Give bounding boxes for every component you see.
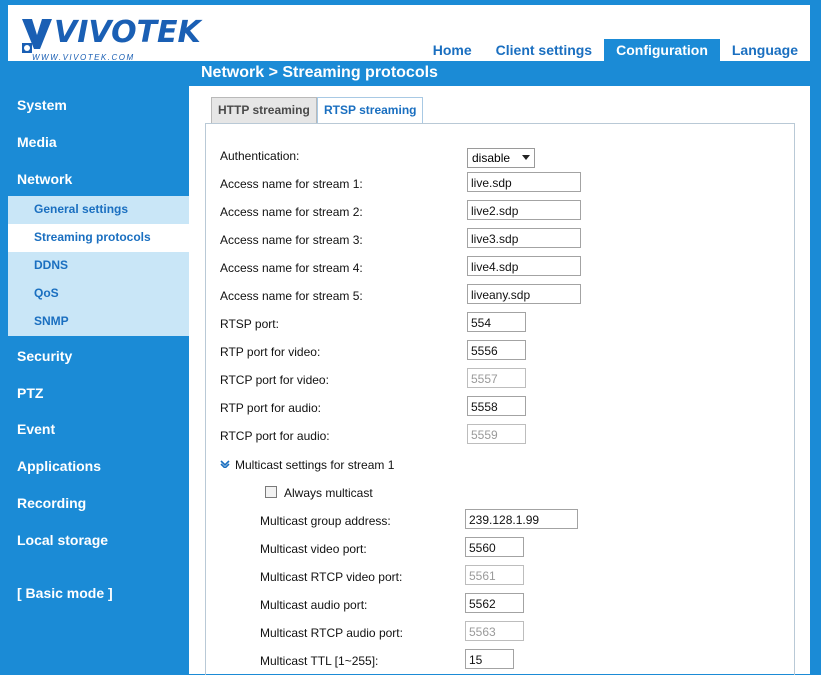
- nav-configuration[interactable]: Configuration: [604, 39, 720, 61]
- multicast-rtcp-audio-port-input: 5563: [465, 621, 524, 641]
- page-title: Network > Streaming protocols: [201, 64, 438, 81]
- sidebar-item-event[interactable]: Event: [17, 421, 55, 437]
- sidebar-subitem-label: DDNS: [34, 258, 69, 272]
- sidebar-subitem-label: QoS: [34, 286, 59, 300]
- field-label: Multicast RTCP audio port:: [260, 626, 403, 640]
- field-label: RTSP port:: [220, 317, 279, 331]
- sidebar: System Media Network General settings St…: [8, 86, 189, 674]
- field-label: RTP port for video:: [220, 345, 321, 359]
- dropdown-arrow-icon: [522, 155, 530, 160]
- field-label: Access name for stream 2:: [220, 205, 363, 219]
- field-label: Multicast audio port:: [260, 598, 368, 612]
- field-label: RTCP port for audio:: [220, 429, 330, 443]
- field-label: RTP port for audio:: [220, 401, 321, 415]
- field-label: Multicast RTCP video port:: [260, 570, 403, 584]
- main-content: HTTP streaming RTSP streaming Authentica…: [189, 86, 810, 675]
- field-label: Multicast TTL [1~255]:: [260, 654, 379, 668]
- rtp-audio-port-input[interactable]: 5558: [467, 396, 526, 416]
- field-label: Access name for stream 4:: [220, 261, 363, 275]
- access-name-stream-5-input[interactable]: liveany.sdp: [467, 284, 581, 304]
- sidebar-subitem-general-settings[interactable]: General settings: [8, 196, 189, 224]
- title-bar: Network > Streaming protocols: [8, 61, 810, 86]
- multicast-rtcp-video-port-input: 5561: [465, 565, 524, 585]
- sidebar-item-applications[interactable]: Applications: [17, 458, 101, 474]
- rtsp-port-input[interactable]: 554: [467, 312, 526, 332]
- sidebar-item-security[interactable]: Security: [17, 348, 72, 364]
- nav-home[interactable]: Home: [421, 39, 484, 61]
- field-label: Access name for stream 5:: [220, 289, 363, 303]
- sidebar-item-media[interactable]: Media: [17, 134, 57, 150]
- always-multicast-label: Always multicast: [284, 486, 373, 500]
- sidebar-item-basic-mode[interactable]: [ Basic mode ]: [17, 585, 113, 601]
- authentication-value: disable: [472, 151, 511, 165]
- rtp-video-port-input[interactable]: 5556: [467, 340, 526, 360]
- multicast-group-address-input[interactable]: 239.128.1.99: [465, 509, 578, 529]
- logo-mark-icon: [22, 19, 52, 53]
- field-label: Multicast group address:: [260, 514, 391, 528]
- sidebar-item-ptz[interactable]: PTZ: [17, 385, 43, 401]
- header: VIVOTEK WWW.VIVOTEK.COM Home Client sett…: [8, 5, 810, 62]
- tab-rtsp-streaming[interactable]: RTSP streaming: [317, 97, 424, 124]
- sidebar-subitem-streaming-protocols[interactable]: Streaming protocols: [8, 224, 189, 252]
- access-name-stream-4-input[interactable]: live4.sdp: [467, 256, 581, 276]
- rtcp-audio-port-input: 5559: [467, 424, 526, 444]
- field-label: Access name for stream 3:: [220, 233, 363, 247]
- sidebar-subitem-label: Streaming protocols: [34, 230, 151, 244]
- field-label: Multicast video port:: [260, 542, 367, 556]
- rtsp-settings-panel: Authentication: disable Access name for …: [205, 123, 795, 675]
- sidebar-subitem-label: SNMP: [34, 314, 69, 328]
- multicast-video-port-input[interactable]: 5560: [465, 537, 524, 557]
- access-name-stream-3-input[interactable]: live3.sdp: [467, 228, 581, 248]
- rtcp-video-port-input: 5557: [467, 368, 526, 388]
- multicast-ttl-input[interactable]: 15: [465, 649, 514, 669]
- collapse-chevron-icon[interactable]: [220, 460, 230, 468]
- access-name-stream-1-input[interactable]: live.sdp: [467, 172, 581, 192]
- multicast-section-heading[interactable]: Multicast settings for stream 1: [235, 458, 394, 472]
- field-label: Access name for stream 1:: [220, 177, 363, 191]
- sidebar-subitem-qos[interactable]: QoS: [8, 280, 189, 308]
- sidebar-item-network[interactable]: Network: [17, 171, 72, 187]
- logo-text: VIVOTEK: [54, 15, 201, 50]
- authentication-select[interactable]: disable: [467, 148, 535, 168]
- authentication-label: Authentication:: [220, 149, 300, 163]
- sidebar-subitem-ddns[interactable]: DDNS: [8, 252, 189, 280]
- always-multicast-checkbox[interactable]: [265, 486, 277, 498]
- tab-http-streaming[interactable]: HTTP streaming: [211, 97, 317, 124]
- multicast-audio-port-input[interactable]: 5562: [465, 593, 524, 613]
- sidebar-item-local-storage[interactable]: Local storage: [17, 532, 108, 548]
- sidebar-subitem-snmp[interactable]: SNMP: [8, 308, 189, 336]
- nav-language[interactable]: Language: [720, 39, 810, 61]
- app-frame: VIVOTEK WWW.VIVOTEK.COM Home Client sett…: [0, 0, 821, 675]
- top-navigation: Home Client settings Configuration Langu…: [421, 39, 810, 61]
- access-name-stream-2-input[interactable]: live2.sdp: [467, 200, 581, 220]
- sidebar-subitem-label: General settings: [34, 202, 129, 216]
- vivotek-logo[interactable]: VIVOTEK WWW.VIVOTEK.COM: [20, 13, 201, 62]
- field-label: RTCP port for video:: [220, 373, 329, 387]
- sidebar-item-system[interactable]: System: [17, 97, 67, 113]
- nav-client-settings[interactable]: Client settings: [484, 39, 604, 61]
- sidebar-item-recording[interactable]: Recording: [17, 495, 86, 511]
